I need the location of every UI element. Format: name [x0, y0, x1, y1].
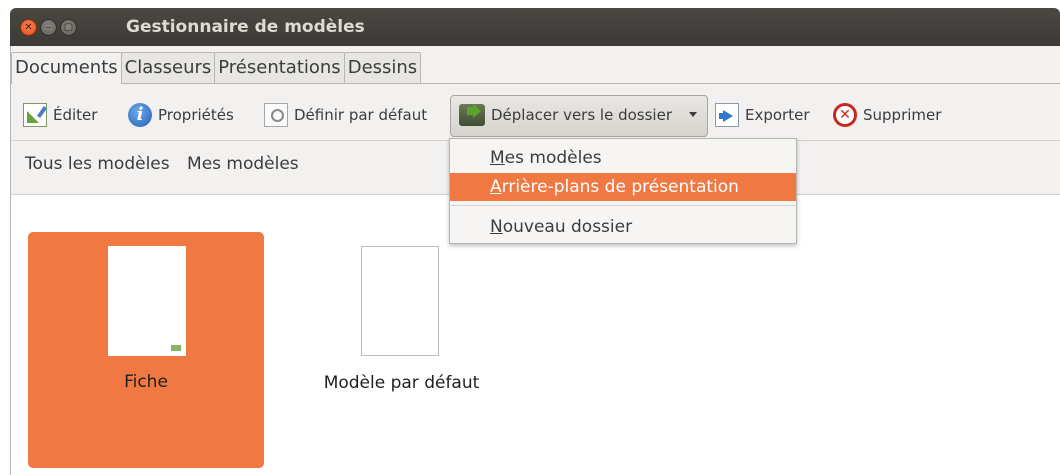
template-thumbnail — [108, 246, 186, 356]
filter-my-templates[interactable]: Mes modèles — [187, 154, 299, 174]
set-default-label: Définir par défaut — [294, 106, 428, 124]
info-icon: i — [128, 103, 152, 127]
template-label: Modèle par défaut — [323, 373, 480, 393]
menu-item-arriere-plans[interactable]: Arrière-plans de présentation — [450, 173, 796, 201]
properties-button[interactable]: i Propriétés — [128, 102, 234, 128]
thumbnail-mark — [171, 345, 181, 351]
menu-item-label: ouveau dossier — [502, 217, 633, 237]
set-default-icon — [264, 103, 288, 127]
move-folder-icon — [459, 104, 485, 126]
maximize-icon: ▢ — [63, 21, 74, 33]
set-default-button[interactable]: Définir par défaut — [264, 102, 427, 128]
close-icon: ✕ — [24, 21, 33, 33]
move-to-folder-button[interactable]: Déplacer vers le dossier — [450, 95, 708, 137]
tab-documents[interactable]: Documents — [11, 52, 122, 84]
delete-icon: ✕ — [833, 103, 857, 127]
close-window-button[interactable]: ✕ — [20, 19, 37, 36]
template-label: Fiche — [124, 372, 168, 392]
title-bar: ✕ – ▢ Gestionnaire de modèles — [10, 8, 1060, 46]
template-tile-fiche[interactable]: Fiche — [28, 232, 264, 468]
menu-mnemonic: N — [490, 217, 503, 237]
export-button[interactable]: Exporter — [715, 102, 810, 128]
tab-presentations[interactable]: Présentations — [214, 52, 345, 83]
tab-divider — [11, 83, 1060, 84]
menu-separator — [451, 205, 795, 206]
menu-mnemonic: A — [490, 177, 502, 197]
tab-bar: Documents Classeurs Présentations Dessin… — [11, 52, 422, 84]
filter-all-templates[interactable]: Tous les modèles — [25, 154, 170, 174]
menu-item-nouveau-dossier[interactable]: Nouveau dossier — [450, 213, 796, 241]
menu-item-mes-modeles[interactable]: Mes modèles — [450, 144, 796, 172]
window-title: Gestionnaire de modèles — [126, 17, 365, 37]
edit-label: Éditer — [53, 106, 98, 124]
delete-label: Supprimer — [863, 106, 942, 124]
edit-icon — [23, 103, 47, 127]
edit-button[interactable]: Éditer — [23, 102, 97, 128]
export-label: Exporter — [745, 106, 810, 124]
maximize-window-button[interactable]: ▢ — [60, 19, 77, 36]
template-tile-default[interactable] — [361, 246, 439, 356]
properties-label: Propriétés — [158, 106, 234, 124]
menu-item-label: es modèles — [504, 148, 602, 168]
tab-classeurs[interactable]: Classeurs — [120, 52, 216, 83]
filter-bar: Tous les modèles Mes modèles — [25, 154, 311, 174]
move-to-folder-label: Déplacer vers le dossier — [491, 106, 672, 124]
menu-item-label: rrière-plans de présentation — [501, 177, 739, 197]
delete-button[interactable]: ✕ Supprimer — [833, 102, 941, 128]
move-to-folder-menu: Mes modèles Arrière-plans de présentatio… — [449, 138, 797, 244]
minimize-icon: – — [46, 21, 51, 33]
minimize-window-button[interactable]: – — [40, 19, 57, 36]
export-icon — [715, 103, 739, 127]
tab-dessins[interactable]: Dessins — [343, 52, 422, 83]
chevron-down-icon — [689, 112, 697, 117]
menu-mnemonic: M — [490, 148, 505, 168]
